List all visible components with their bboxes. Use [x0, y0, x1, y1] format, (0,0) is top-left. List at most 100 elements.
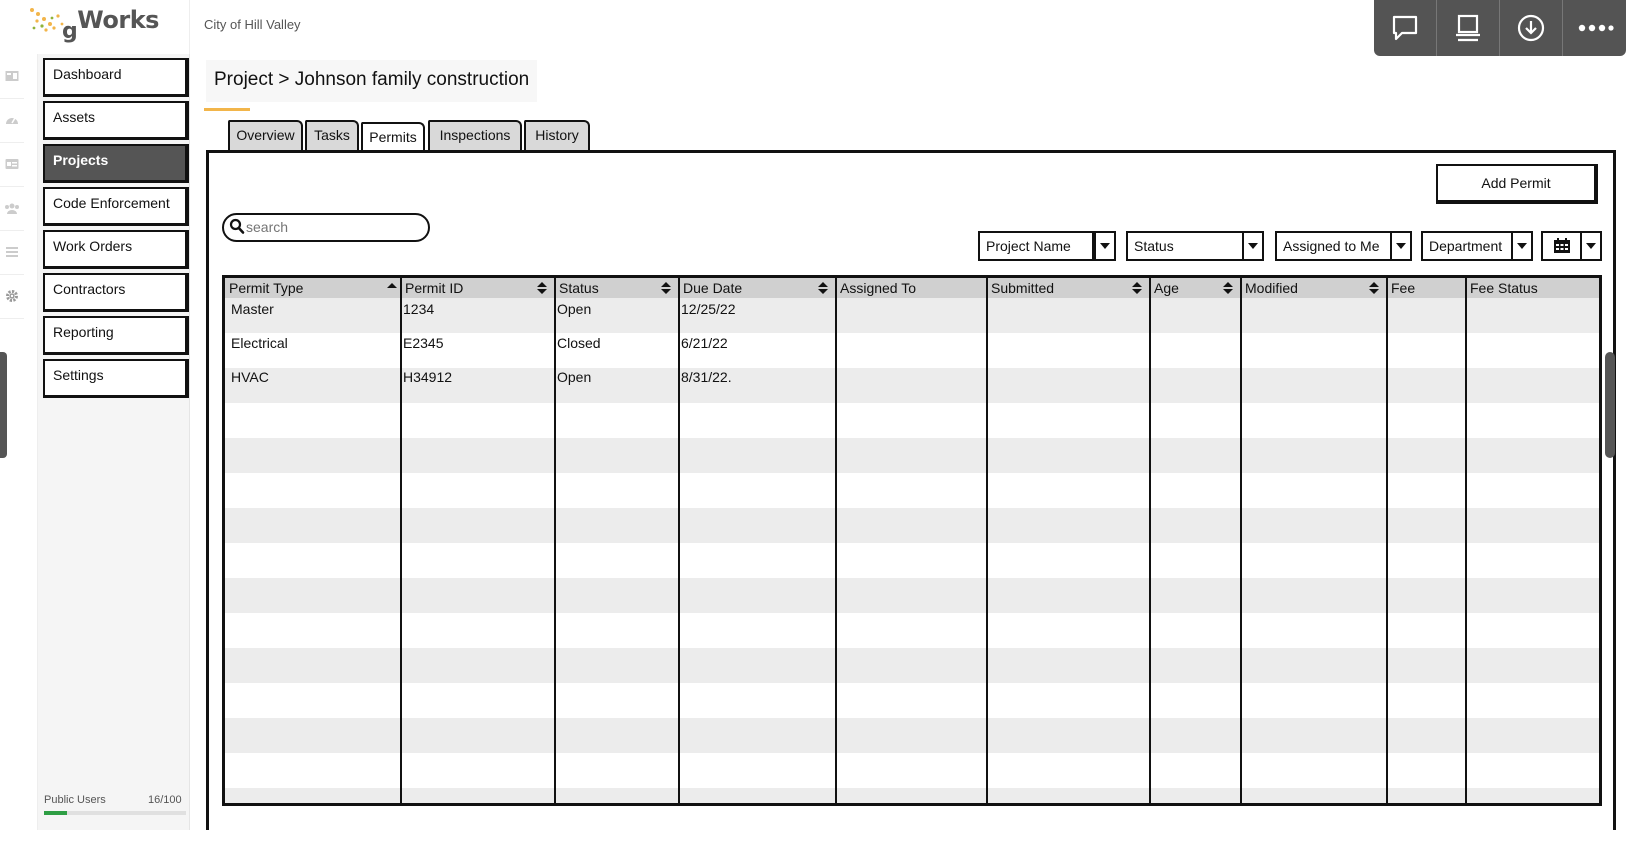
public-users-count: 16/100 — [148, 794, 182, 806]
column-header-permit-type[interactable]: Permit Type — [225, 278, 401, 298]
filter-department[interactable]: Department — [1421, 231, 1515, 261]
filter-assigned-to-me[interactable]: Assigned to Me — [1275, 231, 1392, 261]
nav-item-code-enforcement[interactable]: Code Enforcement — [43, 187, 189, 226]
column-header-modified[interactable]: Modified — [1241, 278, 1387, 298]
nav-item-label: Settings — [53, 367, 104, 383]
column-header-due-date[interactable]: Due Date — [679, 278, 836, 298]
sort-icon[interactable] — [1369, 281, 1379, 295]
nav-item-reporting[interactable]: Reporting — [43, 316, 189, 355]
filter-project-name-dropdown[interactable] — [1094, 231, 1116, 261]
logo-g: g — [62, 19, 78, 44]
table-scrollbar[interactable] — [1605, 352, 1615, 458]
tab-label: Tasks — [314, 127, 350, 143]
column-header-assigned-to[interactable]: Assigned To — [836, 278, 987, 298]
gauge-icon[interactable] — [0, 98, 24, 143]
column-header-label: Age — [1154, 280, 1179, 296]
column-header-label: Modified — [1245, 280, 1298, 296]
tab-label: Permits — [369, 129, 417, 145]
tab-overview[interactable]: Overview — [228, 120, 303, 150]
breadcrumb: Project > Johnson family construction — [206, 60, 538, 102]
nav-item-settings[interactable]: Settings — [43, 359, 189, 398]
gear-icon[interactable] — [0, 274, 24, 319]
table-row — [225, 473, 1599, 508]
cell-permit-id: 1234 — [403, 301, 435, 317]
permits-table: Permit Type Permit ID Status Due Date As… — [222, 275, 1602, 806]
logo[interactable]: gWorks — [62, 6, 159, 44]
chevron-down-icon — [1517, 243, 1527, 249]
sort-ascending-icon[interactable] — [387, 281, 397, 295]
logo-wordmark: Works — [77, 6, 159, 34]
public-users-progress-fill — [44, 811, 67, 815]
tab-inspections[interactable]: Inspections — [428, 120, 522, 150]
sort-icon[interactable] — [661, 281, 671, 295]
filter-status[interactable]: Status — [1126, 231, 1244, 261]
date-filter-dropdown[interactable] — [1580, 231, 1602, 261]
more-icon — [1578, 24, 1614, 32]
nav-item-label: Projects — [53, 152, 109, 168]
cell-due-date: 12/25/22 — [681, 301, 736, 317]
cell-permit-type: Electrical — [231, 335, 288, 351]
cell-permit-type: Master — [231, 301, 274, 317]
breadcrumb-accent — [204, 108, 250, 111]
card-icon[interactable] — [0, 142, 24, 187]
tab-label: Overview — [236, 127, 295, 143]
column-header-fee-status[interactable]: Fee Status — [1466, 278, 1599, 298]
cell-due-date: 8/31/22. — [681, 369, 732, 385]
table-row — [225, 438, 1599, 473]
column-header-label: Permit Type — [229, 280, 304, 296]
cell-status: Open — [557, 301, 592, 317]
toolbar — [1374, 0, 1626, 56]
users-icon[interactable] — [0, 186, 24, 231]
rail-scrollbar[interactable] — [0, 352, 7, 458]
comment-button[interactable] — [1374, 0, 1437, 56]
cell-permit-type: HVAC — [231, 369, 269, 385]
calendar-icon — [1554, 238, 1570, 253]
sort-icon[interactable] — [1223, 281, 1233, 295]
nav-item-label: Assets — [53, 109, 96, 125]
sort-icon[interactable] — [537, 281, 547, 295]
table-row — [225, 508, 1599, 543]
nav-item-assets[interactable]: Assets — [43, 101, 189, 140]
column-header-permit-id[interactable]: Permit ID — [401, 278, 555, 298]
date-filter[interactable] — [1541, 231, 1583, 261]
column-header-label: Permit ID — [405, 280, 464, 296]
table-row — [225, 613, 1599, 648]
column-divider — [1386, 278, 1388, 803]
table-row — [225, 543, 1599, 578]
tab-tasks[interactable]: Tasks — [305, 120, 359, 150]
nav-item-projects[interactable]: Projects — [43, 144, 189, 183]
column-header-fee[interactable]: Fee — [1387, 278, 1466, 298]
column-divider — [1465, 278, 1467, 803]
presentation-button[interactable] — [1437, 0, 1500, 56]
nav-item-label: Work Orders — [53, 238, 133, 254]
column-header-label: Fee — [1391, 280, 1416, 296]
filter-assigned-dropdown[interactable] — [1390, 231, 1412, 261]
nav-item-label: Code Enforcement — [53, 195, 170, 211]
tab-label: Inspections — [439, 127, 511, 143]
column-header-submitted[interactable]: Submitted — [987, 278, 1150, 298]
tab-history[interactable]: History — [524, 120, 590, 150]
comment-icon — [1392, 15, 1418, 41]
more-button[interactable] — [1563, 0, 1626, 56]
nav-item-dashboard[interactable]: Dashboard — [43, 58, 189, 97]
filter-department-dropdown[interactable] — [1511, 231, 1533, 261]
nav-item-work-orders[interactable]: Work Orders — [43, 230, 189, 269]
column-header-label: Fee Status — [1470, 280, 1538, 296]
sort-icon[interactable] — [1132, 281, 1142, 295]
filter-project-name[interactable]: Project Name — [978, 231, 1094, 261]
filter-status-dropdown[interactable] — [1242, 231, 1264, 261]
add-permit-button[interactable]: Add Permit — [1436, 164, 1598, 204]
column-header-label: Due Date — [683, 280, 743, 296]
sort-icon[interactable] — [818, 281, 828, 295]
list-icon[interactable] — [0, 230, 24, 275]
tab-permits[interactable]: Permits — [361, 122, 425, 152]
download-button[interactable] — [1500, 0, 1563, 56]
cell-status: Closed — [557, 335, 601, 351]
cell-status: Open — [557, 369, 592, 385]
table-row — [225, 753, 1599, 788]
dashboard-icon[interactable] — [0, 54, 24, 99]
column-divider — [400, 278, 402, 803]
chevron-down-icon — [1586, 243, 1596, 249]
search-input[interactable] — [246, 215, 424, 239]
nav-item-contractors[interactable]: Contractors — [43, 273, 189, 312]
